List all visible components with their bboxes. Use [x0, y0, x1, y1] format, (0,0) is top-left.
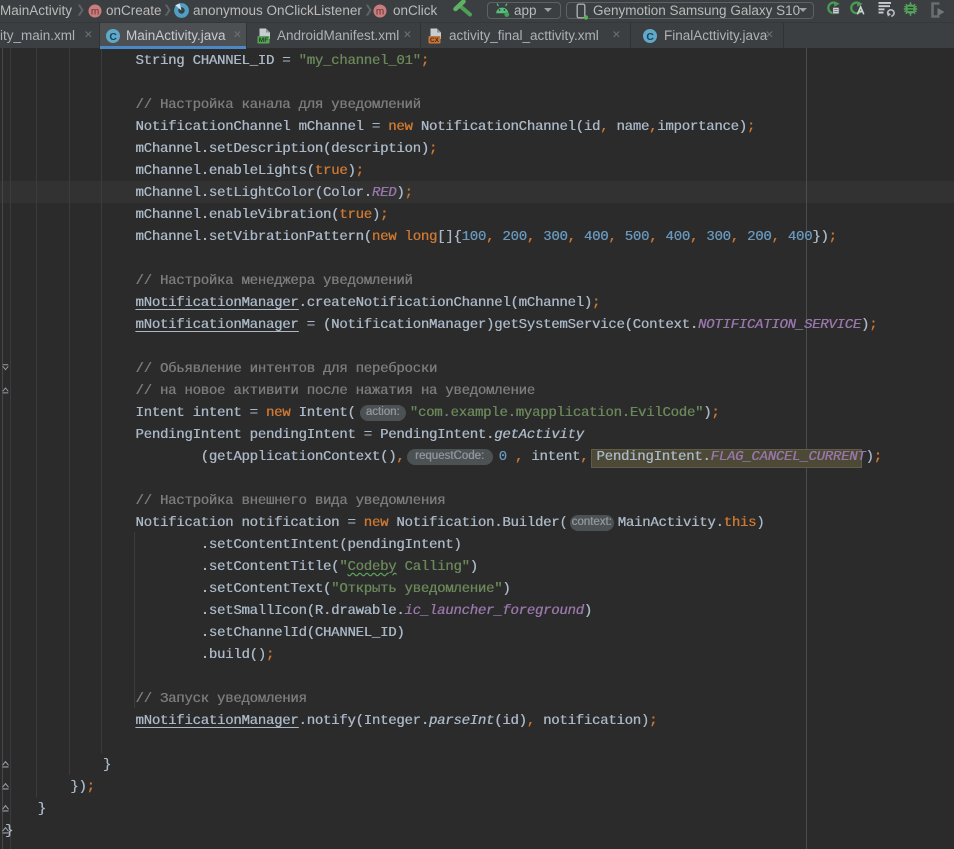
svg-text:C: C: [646, 31, 654, 43]
svg-text:C: C: [109, 31, 117, 43]
svg-text:CX: CX: [430, 37, 440, 44]
svg-text:m: m: [376, 7, 384, 18]
svg-text:m: m: [91, 7, 99, 18]
svg-text:MF: MF: [259, 37, 268, 44]
